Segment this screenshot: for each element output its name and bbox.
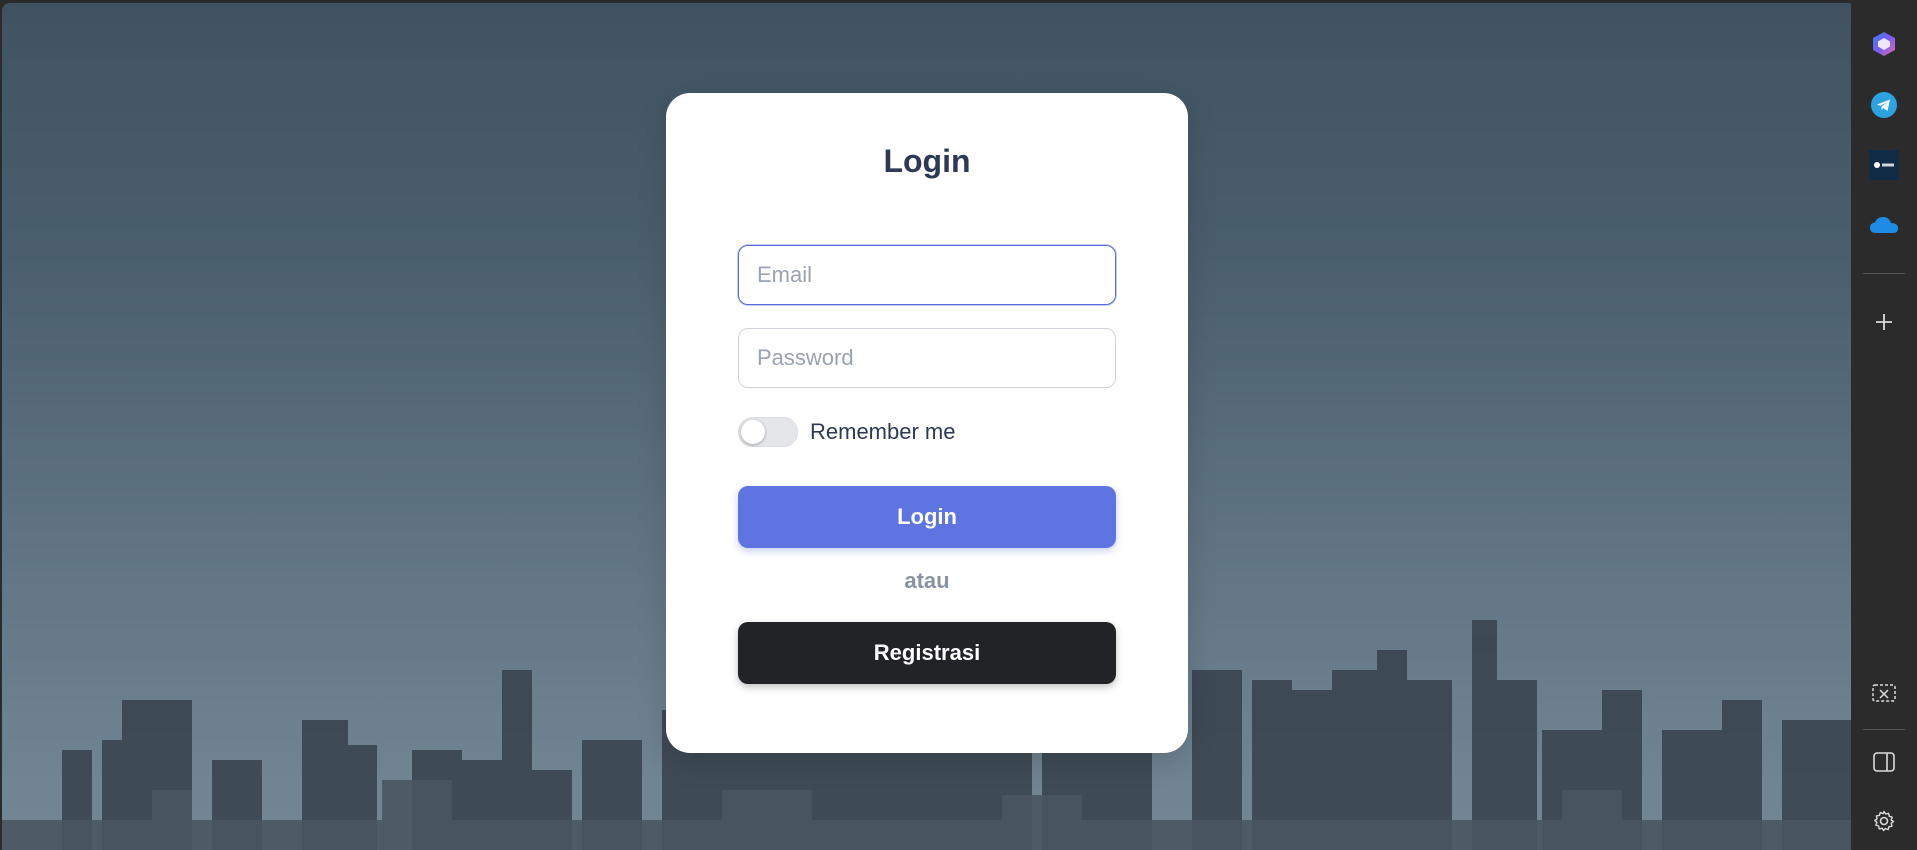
plus-icon[interactable] [1868, 306, 1900, 338]
sidebar-divider [1863, 729, 1905, 730]
register-button[interactable]: Registrasi [738, 622, 1116, 684]
deepl-icon[interactable] [1868, 149, 1900, 181]
remember-me-row: Remember me [738, 415, 955, 449]
sidebar-toggle-icon[interactable] [1868, 746, 1900, 778]
or-divider-text: atau [904, 568, 950, 593]
telegram-icon[interactable] [1868, 89, 1900, 121]
remember-me-toggle[interactable] [738, 417, 798, 447]
onedrive-icon[interactable] [1868, 209, 1900, 241]
login-title: Login [883, 143, 971, 179]
sidebar-divider [1863, 273, 1905, 274]
login-button[interactable]: Login [738, 486, 1116, 548]
copilot-icon[interactable] [1868, 28, 1900, 60]
password-input[interactable] [738, 328, 1116, 388]
settings-icon[interactable] [1868, 805, 1900, 837]
email-input[interactable] [738, 245, 1116, 305]
browser-sidebar [1851, 0, 1917, 850]
screenshot-icon[interactable] [1868, 678, 1900, 710]
login-card: Login Remember me Login atau Registrasi [666, 93, 1188, 753]
remember-me-label[interactable]: Remember me [810, 419, 955, 445]
toggle-knob [741, 420, 765, 444]
